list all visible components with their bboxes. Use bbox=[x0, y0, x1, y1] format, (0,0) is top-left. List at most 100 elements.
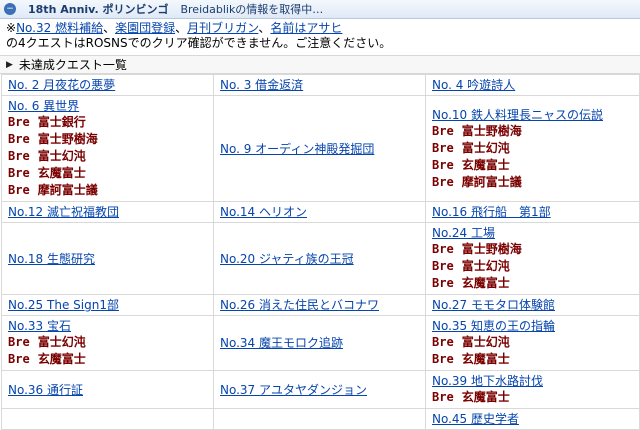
notice-link-fuel[interactable]: No.32 燃料補給 bbox=[16, 21, 103, 35]
server-name: 玄魔富士 bbox=[37, 352, 86, 366]
quest-cell: No.36 通行証 bbox=[1, 370, 214, 409]
quest-link[interactable]: No.26 消えた住民とバコナワ bbox=[220, 298, 379, 312]
server-entry: Bre 富士幻沌 bbox=[8, 148, 207, 165]
quest-link[interactable]: No.45 歴史学者 bbox=[432, 412, 519, 426]
quest-link[interactable]: No. 4 吟遊詩人 bbox=[432, 78, 515, 92]
server-prefix: Bre bbox=[432, 242, 454, 256]
table-row: No.45 歴史学者 bbox=[1, 408, 640, 430]
quest-link[interactable]: No. 6 異世界 bbox=[8, 99, 79, 113]
loading-status: Breidablikの情報を取得中… bbox=[180, 3, 324, 16]
section-label: 未達成クエスト一覧 bbox=[18, 58, 127, 72]
quest-link[interactable]: No.35 知恵の王の指輪 bbox=[432, 319, 555, 333]
server-entry: Bre 玄魔富士 bbox=[432, 389, 633, 406]
server-name: 富士幻沌 bbox=[37, 335, 86, 349]
server-prefix: Bre bbox=[432, 335, 454, 349]
quest-cell: No.20 ジャティ族の王冠 bbox=[213, 222, 426, 295]
server-name: 富士銀行 bbox=[37, 115, 86, 129]
notice-link-monthly[interactable]: 月刊ブリガン bbox=[187, 21, 258, 35]
server-name: 富士野樹海 bbox=[461, 242, 522, 256]
quest-link[interactable]: No.18 生態研究 bbox=[8, 252, 95, 266]
server-name: 富士野樹海 bbox=[37, 132, 98, 146]
server-entry: Bre 富士野樹海 bbox=[432, 241, 633, 258]
quest-link[interactable]: No.34 魔王モロク追跡 bbox=[220, 336, 343, 350]
quest-link[interactable]: No.27 モモタロ体験館 bbox=[432, 298, 555, 312]
quest-cell: No. 6 異世界 Bre 富士銀行 Bre 富士野樹海 Bre 富士幻沌 Bre 玄魔富士 Br… bbox=[1, 95, 214, 202]
server-name: 玄魔富士 bbox=[461, 390, 510, 404]
server-entry: Bre 富士野樹海 bbox=[8, 131, 207, 148]
app-title: 18th Anniv. ポリンビンゴ bbox=[28, 3, 169, 16]
server-prefix: Bre bbox=[8, 149, 30, 163]
quest-link[interactable]: No.33 宝石 bbox=[8, 319, 71, 333]
server-entry: Bre 富士銀行 bbox=[8, 114, 207, 131]
notice-link-asahi[interactable]: 名前はアサヒ bbox=[270, 21, 342, 35]
notice-sep: 、 bbox=[258, 21, 271, 35]
quest-cell: No.37 アユタヤダンジョン bbox=[213, 370, 426, 409]
server-prefix: Bre bbox=[432, 352, 454, 366]
quest-link[interactable]: No. 9 オーディン神殿発掘団 bbox=[220, 142, 374, 156]
quest-link[interactable]: No.12 滅亡祝福教団 bbox=[8, 205, 119, 219]
collapse-icon[interactable]: − bbox=[4, 3, 16, 15]
quest-link[interactable]: No.20 ジャティ族の王冠 bbox=[220, 252, 354, 266]
server-entry: Bre 富士幻沌 bbox=[432, 258, 633, 275]
quest-cell: No.12 滅亡祝福教団 bbox=[1, 201, 214, 223]
quest-cell: No.33 宝石 Bre 富士幻沌 Bre 玄魔富士 bbox=[1, 315, 214, 371]
server-prefix: Bre bbox=[432, 123, 454, 138]
server-name: 玄魔富士 bbox=[461, 276, 510, 290]
table-row: No.36 通行証 No.37 アユタヤダンジョン No.39 地下水路討伐 Bre 玄… bbox=[1, 370, 640, 409]
server-name: 玄魔富士 bbox=[461, 157, 510, 172]
server-prefix: Bre bbox=[8, 115, 30, 129]
server-prefix: Bre bbox=[432, 259, 454, 273]
quest-link[interactable]: No.37 アユタヤダンジョン bbox=[220, 383, 367, 397]
quest-table: No. 2 月夜花の悪夢 No. 3 借金返済 No. 4 吟遊詩人 No. 6 異世… bbox=[1, 74, 640, 430]
expand-triangle-icon: ▶ bbox=[6, 59, 13, 70]
quest-cell: No. 9 オーディン神殿発掘団 bbox=[213, 95, 426, 202]
server-entry: Bre 玄魔富士 bbox=[432, 351, 633, 368]
server-entry: Bre 玄魔富士 bbox=[432, 157, 633, 174]
quest-cell: No.39 地下水路討伐 Bre 玄魔富士 bbox=[425, 370, 640, 409]
table-row: No. 2 月夜花の悪夢 No. 3 借金返済 No. 4 吟遊詩人 bbox=[1, 74, 640, 96]
quest-cell: No.27 モモタロ体験館 bbox=[425, 294, 640, 316]
server-entry: Bre 玄魔富士 bbox=[8, 165, 207, 182]
quest-link[interactable]: No.25 The Sign1部 bbox=[8, 298, 119, 312]
server-prefix: Bre bbox=[432, 157, 454, 172]
incomplete-quests-toggle[interactable]: ▶ 未達成クエスト一覧 bbox=[0, 55, 640, 74]
quest-link[interactable]: No.10 鉄人料理長ニャスの伝説 bbox=[432, 108, 603, 122]
server-name: 玄魔富士 bbox=[461, 352, 510, 366]
quest-link[interactable]: No. 2 月夜花の悪夢 bbox=[8, 78, 115, 92]
server-name: 摩訶富士議 bbox=[461, 174, 522, 189]
server-entry: Bre 富士幻沌 bbox=[432, 140, 633, 157]
server-prefix: Bre bbox=[432, 140, 454, 155]
server-entry: Bre 摩訶富士議 bbox=[432, 174, 633, 191]
server-name: 富士幻沌 bbox=[461, 259, 510, 273]
notice-link-paradise[interactable]: 楽園団登録 bbox=[115, 21, 175, 35]
quest-link[interactable]: No.36 通行証 bbox=[8, 383, 83, 397]
server-name: 富士幻沌 bbox=[461, 140, 510, 155]
quest-cell: No.25 The Sign1部 bbox=[1, 294, 214, 316]
quest-link[interactable]: No.24 工場 bbox=[432, 226, 495, 240]
quest-cell bbox=[1, 408, 214, 430]
table-row: No.25 The Sign1部 No.26 消えた住民とバコナワ No.27 モモ… bbox=[1, 294, 640, 316]
table-row: No.33 宝石 Bre 富士幻沌 Bre 玄魔富士 No.34 魔王モロク追跡 No.35… bbox=[1, 315, 640, 371]
notice-text: ※No.32 燃料補給、楽園団登録、月刊ブリガン、名前はアサヒ の4クエストはR… bbox=[0, 19, 640, 51]
server-name: 摩訶富士議 bbox=[37, 183, 98, 197]
quest-cell: No.16 飛行船 第1部 bbox=[425, 201, 640, 223]
quest-link[interactable]: No.14 ヘリオン bbox=[220, 205, 307, 219]
notice-sep: 、 bbox=[103, 21, 116, 35]
quest-cell: No.18 生態研究 bbox=[1, 222, 214, 295]
quest-cell: No.45 歴史学者 bbox=[425, 408, 640, 430]
quest-link[interactable]: No. 3 借金返済 bbox=[220, 78, 303, 92]
quest-link[interactable]: No.16 飛行船 第1部 bbox=[432, 205, 551, 219]
server-prefix: Bre bbox=[432, 174, 454, 189]
table-row: No.12 滅亡祝福教団 No.14 ヘリオン No.16 飛行船 第1部 bbox=[1, 201, 640, 223]
server-prefix: Bre bbox=[432, 390, 454, 404]
app-header: − 18th Anniv. ポリンビンゴ Breidablikの情報を取得中… bbox=[0, 0, 640, 19]
server-entry: Bre 摩訶富士議 bbox=[8, 182, 207, 199]
quest-cell: No.34 魔王モロク追跡 bbox=[213, 315, 426, 371]
server-name: 富士幻沌 bbox=[461, 335, 510, 349]
table-row: No. 6 異世界 Bre 富士銀行 Bre 富士野樹海 Bre 富士幻沌 Bre 玄魔富士 Br… bbox=[1, 95, 640, 202]
server-name: 玄魔富士 bbox=[37, 166, 86, 180]
server-prefix: Bre bbox=[8, 352, 30, 366]
quest-cell bbox=[213, 408, 426, 430]
quest-link[interactable]: No.39 地下水路討伐 bbox=[432, 374, 543, 388]
quest-cell: No.26 消えた住民とバコナワ bbox=[213, 294, 426, 316]
